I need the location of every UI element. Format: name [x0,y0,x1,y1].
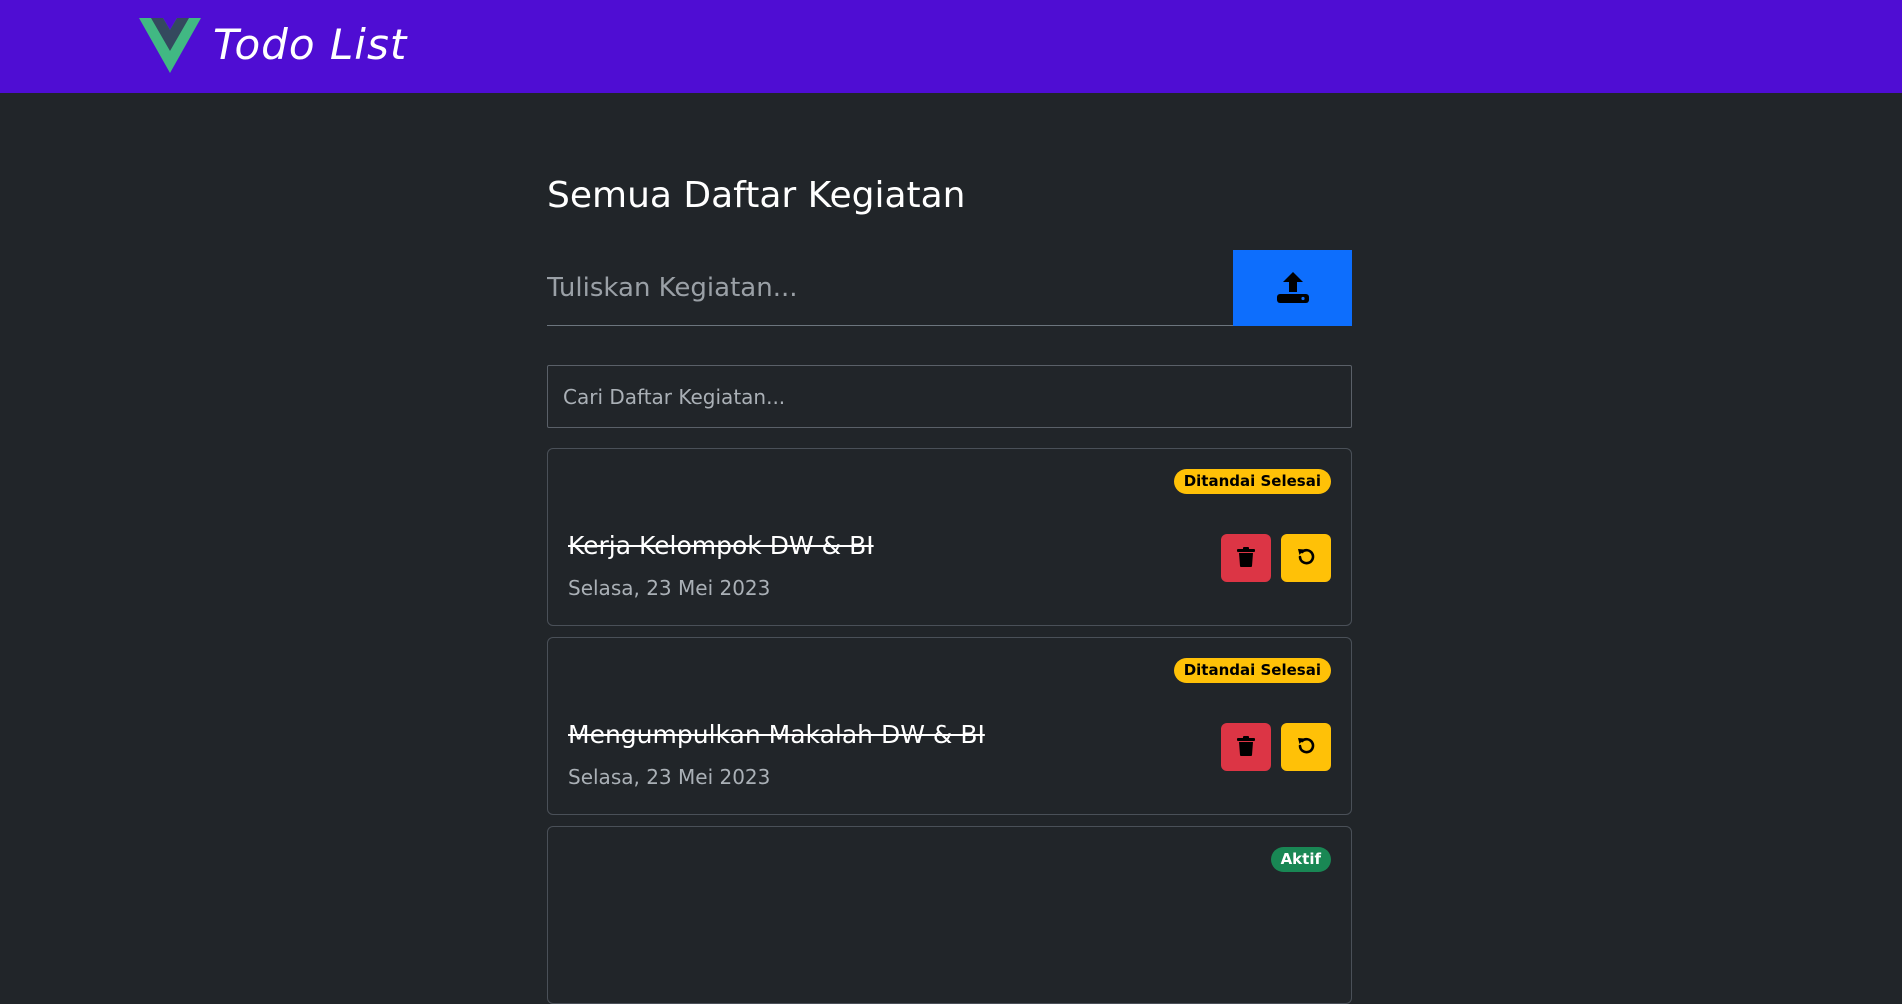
trash-icon [1237,546,1255,570]
todo-card: Aktif [547,826,1352,1004]
todo-actions [1221,723,1331,771]
search-input[interactable] [547,365,1352,428]
trash-icon [1237,735,1255,759]
page-title: Semua Daftar Kegiatan [547,175,966,216]
delete-button[interactable] [1221,534,1271,582]
app-title: Todo List [213,20,408,69]
todo-title: Kerja Kelompok DW & BI [568,531,874,560]
undo-icon [1296,736,1316,759]
todo-card: Ditandai Selesai Mengumpulkan Makalah DW… [547,637,1352,815]
add-todo-input[interactable] [547,250,1233,326]
todo-date: Selasa, 23 Mei 2023 [568,576,771,600]
add-todo-form [547,250,1352,326]
vue-logo-icon [139,17,201,73]
add-todo-button[interactable] [1233,250,1352,326]
todo-card: Ditandai Selesai Kerja Kelompok DW & BI … [547,448,1352,626]
undo-icon [1296,547,1316,570]
status-badge: Ditandai Selesai [1173,658,1331,683]
delete-button[interactable] [1221,723,1271,771]
navbar: Todo List [0,0,1902,93]
status-badge: Aktif [1270,847,1331,872]
restore-button[interactable] [1281,534,1331,582]
todo-date: Selasa, 23 Mei 2023 [568,765,771,789]
todo-title: Mengumpulkan Makalah DW & BI [568,720,985,749]
brand[interactable]: Todo List [139,16,407,74]
todo-actions [1221,534,1331,582]
upload-icon [1275,270,1311,307]
restore-button[interactable] [1281,723,1331,771]
status-badge: Ditandai Selesai [1173,469,1331,494]
